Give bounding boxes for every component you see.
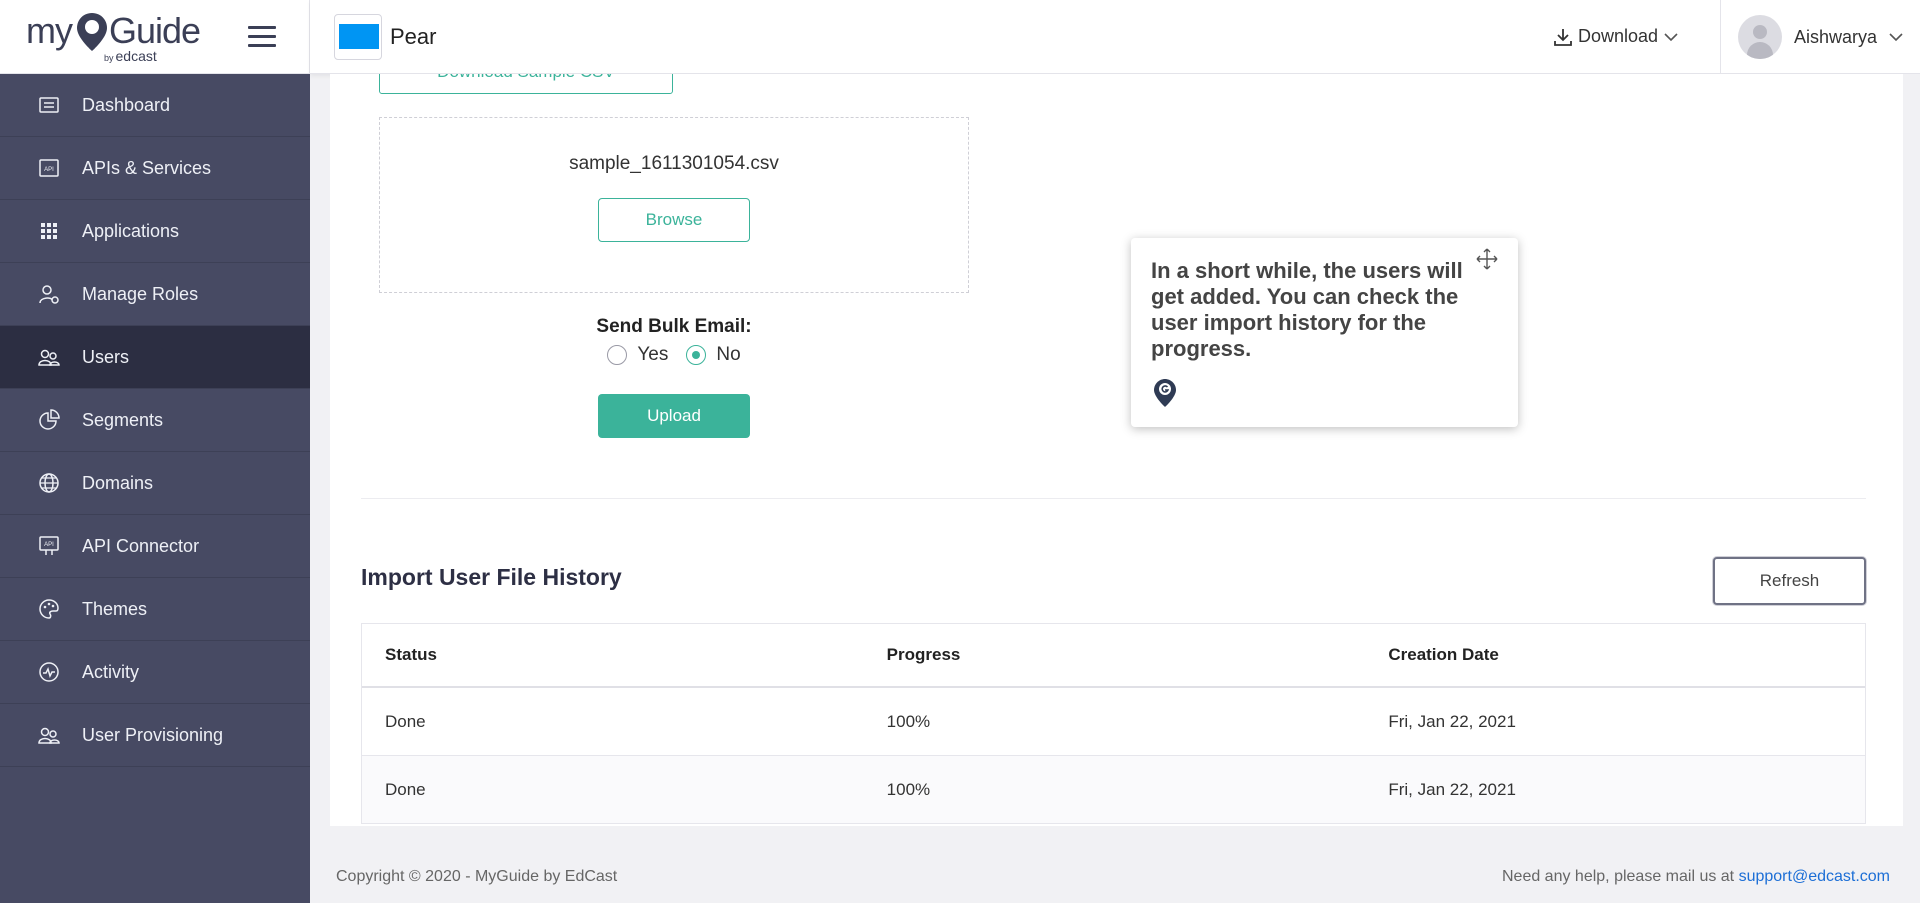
sidebar-item-apis-services[interactable]: API APIs & Services bbox=[0, 137, 310, 200]
grid-icon bbox=[36, 220, 62, 242]
globe-icon bbox=[36, 472, 62, 494]
download-sample-csv-button[interactable]: Download Sample CSV bbox=[379, 74, 673, 94]
cell-status: Done bbox=[385, 711, 426, 731]
radio-yes-label: Yes bbox=[637, 344, 669, 365]
logo-edcast-text: edcast bbox=[115, 48, 157, 64]
sidebar-item-label: Dashboard bbox=[82, 94, 171, 115]
scrollbar-track[interactable] bbox=[1903, 74, 1920, 848]
pie-icon bbox=[36, 409, 62, 431]
refresh-button[interactable]: Refresh bbox=[1713, 557, 1866, 605]
header-divider bbox=[1720, 0, 1721, 74]
sidebar-item-segments[interactable]: Segments bbox=[0, 389, 310, 452]
selected-file-name: sample_1611301054.csv bbox=[569, 153, 779, 174]
sidebar-item-dashboard[interactable]: Dashboard bbox=[0, 74, 310, 137]
cell-progress: 100% bbox=[886, 779, 931, 799]
file-drop-zone[interactable]: sample_1611301054.csv Browse bbox=[379, 117, 969, 293]
download-icon bbox=[1554, 28, 1572, 46]
sidebar-item-label: Segments bbox=[82, 409, 164, 430]
logo-text-guide: Guide bbox=[109, 10, 201, 51]
sidebar-item-label: Themes bbox=[82, 598, 148, 619]
dashboard-icon bbox=[36, 94, 62, 116]
table-header-row: Status Progress Creation Date bbox=[362, 624, 1865, 688]
app-logo-icon[interactable] bbox=[334, 14, 382, 60]
user-menu[interactable]: Aishwarya bbox=[1738, 15, 1903, 59]
svg-text:API: API bbox=[44, 542, 54, 548]
chevron-down-icon bbox=[1889, 33, 1903, 42]
sidebar-item-label: User Provisioning bbox=[82, 724, 224, 745]
help-prefix: Need any help, please mail us at bbox=[1501, 868, 1739, 885]
users-icon bbox=[36, 346, 62, 368]
column-header-progress[interactable]: Progress bbox=[864, 645, 1366, 665]
copyright-text: Copyright © 2020 - MyGuide by EdCast bbox=[336, 868, 618, 885]
import-history-table: Status Progress Creation Date Done 100% … bbox=[361, 623, 1866, 824]
logo-byline: by edcast bbox=[104, 48, 157, 64]
user-provisioning-icon bbox=[36, 724, 62, 746]
top-header: Pear Download Aishwarya bbox=[310, 0, 1920, 74]
column-header-status[interactable]: Status bbox=[362, 645, 864, 665]
sidebar-item-themes[interactable]: Themes bbox=[0, 578, 310, 641]
table-row[interactable]: Done 100% Fri, Jan 22, 2021 bbox=[362, 756, 1865, 824]
support-email-link[interactable]: support@edcast.com bbox=[1739, 868, 1890, 885]
sidebar-item-user-provisioning[interactable]: User Provisioning bbox=[0, 704, 310, 767]
sidebar-item-users[interactable]: Users bbox=[0, 326, 310, 389]
logo-by-text: by bbox=[104, 53, 114, 63]
browse-button[interactable]: Browse bbox=[598, 198, 750, 242]
sidebar-item-label: Activity bbox=[82, 661, 140, 682]
sidebar: Dashboard API APIs & Services Applicatio… bbox=[0, 74, 310, 903]
download-dropdown[interactable]: Download bbox=[1554, 26, 1678, 47]
bulk-email-yes-option[interactable]: Yes bbox=[607, 344, 668, 366]
chevron-down-icon bbox=[1664, 32, 1678, 41]
sidebar-item-domains[interactable]: Domains bbox=[0, 452, 310, 515]
radio-no-label: No bbox=[716, 344, 741, 365]
download-label: Download bbox=[1578, 26, 1659, 46]
history-title: Import User File History bbox=[361, 564, 622, 590]
bulk-email-options: Yes No bbox=[379, 344, 969, 366]
sidebar-item-label: Applications bbox=[82, 220, 180, 241]
radio-yes[interactable] bbox=[607, 345, 628, 365]
main-panel: Download Sample CSV sample_1611301054.cs… bbox=[330, 74, 1903, 826]
section-divider bbox=[361, 498, 1866, 499]
sidebar-item-api-connector[interactable]: API API Connector bbox=[0, 515, 310, 578]
user-name: Aishwarya bbox=[1794, 26, 1878, 47]
avatar bbox=[1738, 15, 1782, 59]
column-header-creation-date[interactable]: Creation Date bbox=[1365, 645, 1865, 665]
radio-no[interactable] bbox=[686, 345, 707, 365]
cell-creation-date: Fri, Jan 22, 2021 bbox=[1388, 779, 1516, 799]
cell-status: Done bbox=[385, 779, 426, 799]
hamburger-menu-icon[interactable] bbox=[248, 26, 276, 48]
api-icon: API bbox=[36, 157, 62, 179]
logo-area: my Guide by edcast bbox=[0, 0, 310, 74]
guide-tooltip: In a short while, the users will get add… bbox=[1131, 238, 1518, 427]
guide-pin-icon bbox=[1154, 379, 1176, 407]
activity-icon bbox=[36, 661, 62, 683]
sidebar-item-manage-roles[interactable]: Manage Roles bbox=[0, 263, 310, 326]
sidebar-item-activity[interactable]: Activity bbox=[0, 641, 310, 704]
cell-progress: 100% bbox=[886, 711, 931, 731]
tooltip-text: In a short while, the users will get add… bbox=[1151, 258, 1463, 361]
sidebar-item-label: APIs & Services bbox=[82, 157, 212, 178]
app-name: Pear bbox=[390, 24, 437, 49]
cell-creation-date: Fri, Jan 22, 2021 bbox=[1388, 711, 1516, 731]
bulk-email-label: Send Bulk Email: bbox=[596, 316, 752, 337]
api-connector-icon: API bbox=[36, 535, 62, 557]
footer: Copyright © 2020 - MyGuide by EdCast Nee… bbox=[310, 848, 1920, 903]
sidebar-item-label: API Connector bbox=[82, 535, 200, 556]
move-icon[interactable] bbox=[1476, 248, 1498, 270]
sidebar-item-applications[interactable]: Applications bbox=[0, 200, 310, 263]
svg-text:API: API bbox=[44, 167, 54, 173]
logo-text-my: my bbox=[26, 10, 73, 51]
palette-icon bbox=[36, 598, 62, 620]
bulk-email-group: Send Bulk Email: Yes No bbox=[379, 316, 969, 366]
myguide-logo[interactable]: my Guide by edcast bbox=[26, 10, 201, 64]
sidebar-item-label: Users bbox=[82, 346, 130, 367]
upload-button[interactable]: Upload bbox=[598, 394, 750, 438]
help-text: Need any help, please mail us at support… bbox=[1502, 868, 1890, 886]
role-icon bbox=[36, 283, 62, 305]
table-row[interactable]: Done 100% Fri, Jan 22, 2021 bbox=[362, 688, 1865, 756]
sidebar-item-label: Manage Roles bbox=[82, 283, 199, 304]
logo-pin-icon bbox=[77, 13, 107, 51]
bulk-email-no-option[interactable]: No bbox=[686, 344, 741, 366]
sidebar-item-label: Domains bbox=[82, 472, 154, 493]
